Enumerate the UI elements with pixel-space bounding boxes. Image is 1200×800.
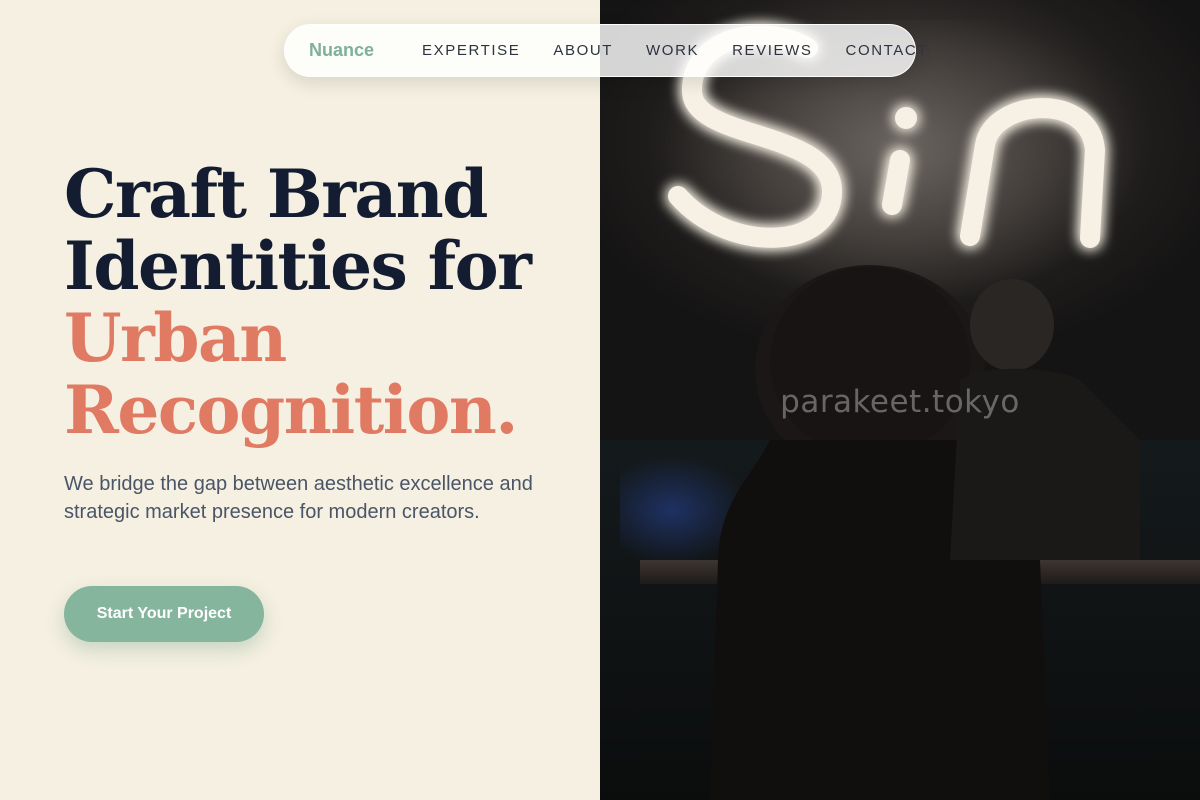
nav-item-contact[interactable]: CONTACT <box>846 42 929 59</box>
nav-item-about[interactable]: ABOUT <box>553 42 613 59</box>
top-navigation: Nuance EXPERTISE ABOUT WORK REVIEWS CONT… <box>284 24 927 77</box>
nav-item-reviews[interactable]: REVIEWS <box>732 42 812 59</box>
headline-accent-line-1: Urban <box>64 299 287 377</box>
brand-logo[interactable]: Nuance <box>309 40 374 61</box>
headline-accent-line-2: Recognition. <box>64 371 518 449</box>
watermark-text: parakeet.tokyo <box>780 384 1020 420</box>
nav-item-work[interactable]: WORK <box>646 42 699 59</box>
hero-left-panel: Craft Brand Identities for Urban Recogni… <box>0 0 600 800</box>
headline-line-1: Craft Brand <box>64 155 488 233</box>
hero-headline: Craft Brand Identities for Urban Recogni… <box>64 155 532 449</box>
hero-description: We bridge the gap between aesthetic exce… <box>64 473 533 523</box>
start-project-button[interactable]: Start Your Project <box>64 586 264 642</box>
hero-image: parakeet.tokyo <box>600 0 1200 800</box>
headline-line-2: Identities for <box>64 227 532 305</box>
nav-item-expertise[interactable]: EXPERTISE <box>422 42 520 59</box>
